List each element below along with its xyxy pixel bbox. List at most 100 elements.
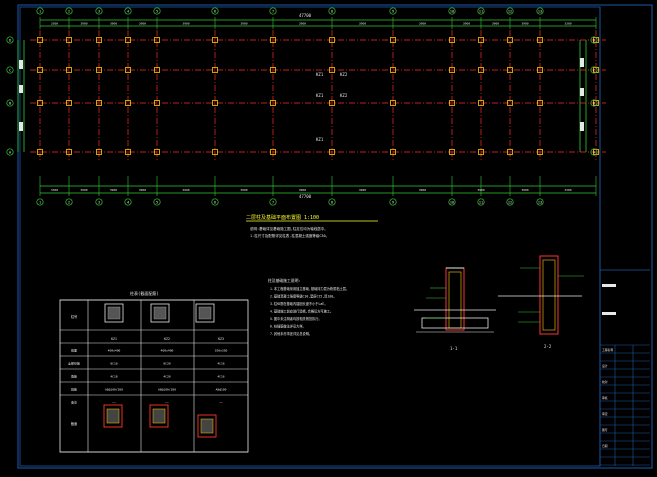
table-header-cell: 柱号 [71,314,77,319]
detail-1-1: 1-1 [414,267,496,351]
title-note-2: 1.柱尺寸及配筋详见柱表,柱混凝土强度等级C30。 [250,233,329,238]
column-tag-5: KZ1 [316,137,324,142]
drawing-title: 二层柱及基础平面布置图 1:100 说明:基础详见基础施工图,柱定位均为轴线居中… [246,214,378,238]
table-cell: 400x400 [161,349,174,353]
axis-bubble-label: 4 [127,9,129,13]
title-block-row: 日期 [602,444,608,448]
axis-bubble-label: 10 [450,200,454,204]
top-dim-value: 3300 [51,22,58,26]
table-header-cell: KZ1 [111,337,117,341]
axis-bubble-label: 9 [392,200,394,204]
table-header-cell: KZ3 [218,337,224,341]
axis-bubble-label: 1 [39,9,41,13]
table-cell: 350x350 [215,349,228,353]
table-cell: 4C16 [217,362,224,366]
right-side-dims [579,40,587,152]
title-block-row: 审核 [602,396,608,400]
bottom-dim-value: 3900 [419,188,426,192]
top-dim-value: 3900 [492,22,499,26]
top-dim-value: 3900 [80,22,87,26]
note-line: 2.基础混凝土强度等级C30,垫层C15,厚100。 [270,294,336,299]
axis-bubble-label: 8 [331,200,333,204]
axis-bubble-label: 11 [479,200,483,204]
bottom-dim-value: 3900 [477,188,484,192]
axis-bubble-label: 9 [392,9,394,13]
axis-bubble-label: 8 [331,9,333,13]
axis-bubble-label: B [593,101,595,105]
table-cell: A8@100/200 [158,388,176,392]
note-line: 4.基础施工前应进行验槽,合格后方可施工。 [270,309,333,314]
left-side-dims [17,40,25,152]
bottom-dim-value: 3900 [80,188,87,192]
title-block-row: 校对 [602,380,608,384]
top-dimension-chain: 3300 3900 3900 3900 3900 3900 3900 3900 3900 3900… [39,13,597,29]
axis-bubble-label: C [9,68,11,72]
axis-bubble-label: 10 [450,9,454,13]
bottom-dim-value: 3300 [51,188,58,192]
axis-bubble-label: 7 [272,200,274,204]
table-cell: A8@100/200 [105,388,123,392]
axis-bubble-label: 4 [127,200,129,204]
table-cell: —— [112,401,116,405]
top-dim-value: 3900 [139,22,146,26]
table-cell: A8@100 [216,388,227,392]
axis-bubble-label: A [9,150,12,154]
table-cell: 4C16 [217,375,224,379]
note-line: 1.本工程基础采用独立基础,基础持力层为粉质粘土层。 [270,286,349,291]
detail-2-label: 2-2 [544,344,552,349]
title-note-1: 说明:基础详见基础施工图,柱定位均为轴线居中。 [250,226,328,231]
axis-bubble-label: 12 [508,9,512,13]
table-section-label: 截面 [71,421,77,426]
column-table: 柱表(截面配筋) 柱号 KZ1 KZ2 KZ3 截面 400x400 400x400 350x… [59,290,249,453]
axis-bubble-label: 2 [68,200,70,204]
sheet-frame [17,4,653,469]
column-tag-3: KZ1 [316,93,324,98]
table-cell: 箍筋 [71,387,77,392]
bottom-total-dim: 47700 [299,194,312,199]
table-cell: 8C18 [110,362,117,366]
top-dim-value: 3300 [564,22,571,26]
table-cell: —— [219,401,223,405]
axis-bubble-label: A [593,150,596,154]
table-cell: —— [165,401,169,405]
table-cell: 400x400 [108,349,121,353]
top-dim-value: 3900 [463,22,470,26]
axis-bubble-label: 7 [272,9,274,13]
bottom-dim-value: 3900 [359,188,366,192]
table-cell: 角筋 [71,374,77,379]
axis-bubble-label: B [9,101,11,105]
axis-bubble-label: 5 [156,200,158,204]
note-line: 5.图中未注明者均按相关规范执行。 [270,316,322,321]
bottom-dim-value: 3900 [110,188,117,192]
axis-bubble-label: 13 [538,200,542,204]
axis-bubble-label: 3 [98,200,100,204]
top-dim-value: 3900 [110,22,117,26]
bottom-dim-value: 3900 [139,188,146,192]
notes-title: 柱及基础施工说明: [268,278,301,283]
axis-bubble-label: 13 [538,9,542,13]
axis-bubble-label: 5 [156,9,158,13]
construction-notes: 柱及基础施工说明: 1.本工程基础采用独立基础,基础持力层为粉质粘土层。 2.基础… [268,278,349,336]
axis-bubble-label: 11 [479,9,483,13]
detail-1-label: 1-1 [450,346,458,351]
axis-bubble-label: 6 [214,9,216,13]
axis-bubble-label: 3 [98,9,100,13]
top-dim-value: 3900 [299,22,306,26]
bottom-dim-value: 3900 [182,188,189,192]
table-cell: 截面 [71,348,77,353]
axis-bubble-label: 1 [39,200,41,204]
column-tag-4: KZ2 [340,93,348,98]
note-line: 7.其他未尽事宜详见总说明。 [270,331,312,336]
table-cell: 备注 [71,400,77,405]
right-title-block: 工程名称设计校对审核审定图号日期 [599,7,650,466]
column-tag-2: KZ2 [340,72,348,77]
drawing-title-text: 二层柱及基础平面布置图 1:100 [246,214,319,221]
bottom-dim-value: 3900 [521,188,528,192]
table-cell: 4C18 [110,375,117,379]
title-block-row: 工程名称 [602,348,613,352]
title-block-row: 设计 [602,364,608,368]
column-table-caption: 柱表(截面配筋) [130,290,159,296]
note-line: 6.柱插筋做法详见大样。 [270,324,306,329]
note-line: 3.柱纵筋在基础内锚固长度不小于LaE。 [270,301,327,306]
table-cell: 4C20 [163,375,170,379]
